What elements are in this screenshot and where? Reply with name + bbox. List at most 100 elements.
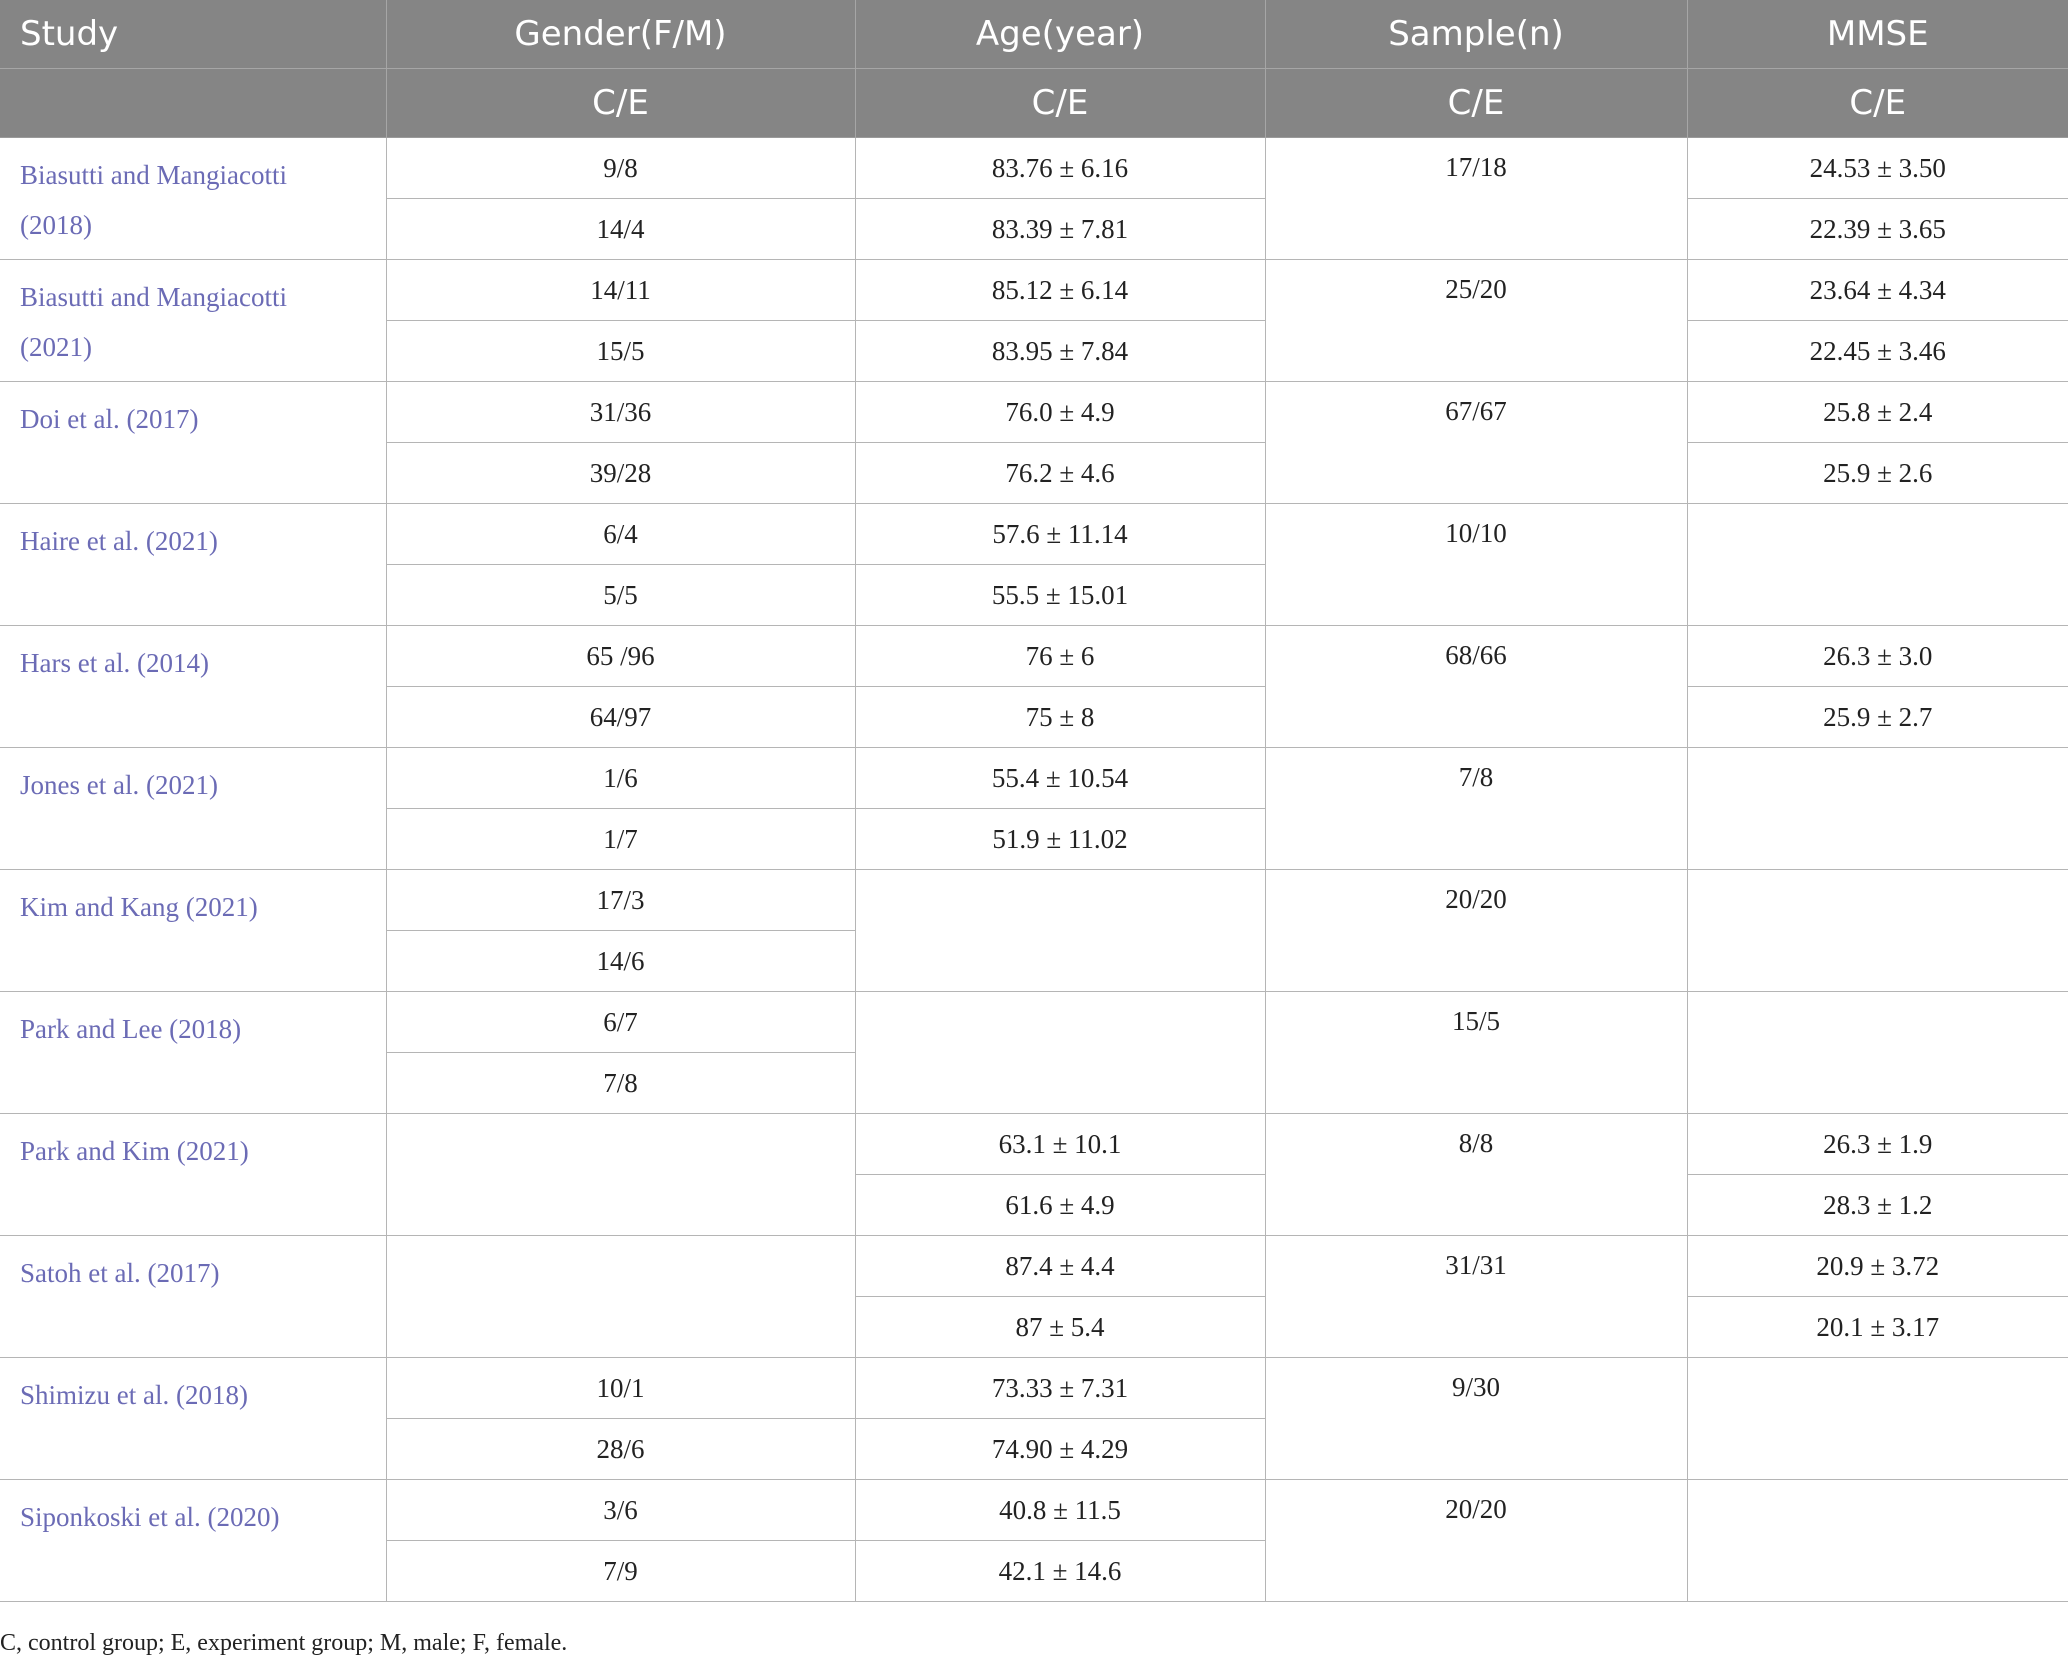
- mmse-cell: 20.1 ± 3.17: [1686, 1296, 2068, 1358]
- age-cell: 83.39 ± 7.81: [854, 198, 1266, 260]
- header-age: Age(year): [854, 0, 1266, 69]
- age-cell: 76.2 ± 4.6: [854, 442, 1266, 504]
- gender-cell: 6/4: [385, 503, 856, 565]
- study-cell: Doi et al. (2017): [0, 381, 387, 504]
- gender-cell: 65 /96: [385, 625, 856, 687]
- mmse-cell: 26.3 ± 1.9: [1686, 1113, 2068, 1175]
- mmse-cell: 25.9 ± 2.7: [1686, 686, 2068, 748]
- age-cell: 73.33 ± 7.31: [854, 1357, 1266, 1419]
- header-row: Study Gender(F/M) Age(year) Sample(n) MM…: [0, 0, 2068, 69]
- gender-cell: 6/7: [385, 991, 856, 1053]
- sample-cell: 9/30: [1264, 1357, 1688, 1480]
- gender-cell: 31/36: [385, 381, 856, 443]
- age-cell: 76.0 ± 4.9: [854, 381, 1266, 443]
- sample-cell: 67/67: [1264, 381, 1688, 504]
- study-cell: Biasutti and Mangiacotti (2021): [0, 259, 387, 382]
- table-row: Shimizu et al. (2018) 10/1 73.33 ± 7.31 9/3…: [0, 1357, 2068, 1480]
- mmse-cell: 25.8 ± 2.4: [1686, 381, 2068, 443]
- study-cell: Hars et al. (2014): [0, 625, 387, 748]
- age-cell: [854, 869, 1266, 992]
- gender-cell: 14/6: [385, 930, 856, 992]
- table-row: Park and Lee (2018) 6/7 15/5: [0, 991, 2068, 1114]
- mmse-cell: 22.45 ± 3.46: [1686, 320, 2068, 382]
- table-body: Biasutti and Mangiacotti (2018) 9/8 83.76 …: [0, 137, 2068, 1602]
- sample-cell: 17/18: [1264, 137, 1688, 260]
- gender-cell: 15/5: [385, 320, 856, 382]
- gender-cell: 28/6: [385, 1418, 856, 1480]
- mmse-cell: [1686, 869, 2068, 992]
- study-cell: Jones et al. (2021): [0, 747, 387, 870]
- age-cell: 87 ± 5.4: [854, 1296, 1266, 1358]
- table-row: Kim and Kang (2021) 17/3 20/20: [0, 869, 2068, 992]
- table-row: Doi et al. (2017) 31/36 76.0 ± 4.9 67/67 25.…: [0, 381, 2068, 504]
- gender-cell: [385, 1113, 856, 1236]
- age-cell: 75 ± 8: [854, 686, 1266, 748]
- sample-cell: 20/20: [1264, 1479, 1688, 1602]
- characteristics-table: Study Gender(F/M) Age(year) Sample(n) MM…: [0, 0, 2068, 1602]
- mmse-cell: 20.9 ± 3.72: [1686, 1235, 2068, 1297]
- age-cell: 61.6 ± 4.9: [854, 1174, 1266, 1236]
- gender-cell: 14/4: [385, 198, 856, 260]
- subheader-study-blank: [0, 68, 387, 138]
- gender-cell: 39/28: [385, 442, 856, 504]
- gender-cell: 64/97: [385, 686, 856, 748]
- study-cell: Biasutti and Mangiacotti (2018): [0, 137, 387, 260]
- age-cell: 51.9 ± 11.02: [854, 808, 1266, 870]
- gender-cell: 5/5: [385, 564, 856, 626]
- study-cell: Park and Kim (2021): [0, 1113, 387, 1236]
- subheader-row: C/E C/E C/E C/E: [0, 68, 2068, 138]
- gender-cell: 10/1: [385, 1357, 856, 1419]
- gender-cell: 1/7: [385, 808, 856, 870]
- header-gender: Gender(F/M): [385, 0, 856, 69]
- header-study: Study: [0, 0, 387, 69]
- header-mmse: MMSE: [1686, 0, 2068, 69]
- gender-cell: 7/8: [385, 1052, 856, 1114]
- table-row: Haire et al. (2021) 6/4 57.6 ± 11.14 10/10: [0, 503, 2068, 626]
- mmse-cell: 28.3 ± 1.2: [1686, 1174, 2068, 1236]
- table-row: Jones et al. (2021) 1/6 55.4 ± 10.54 7/8: [0, 747, 2068, 870]
- table-row: Hars et al. (2014) 65 /96 76 ± 6 68/66 26.3 …: [0, 625, 2068, 748]
- gender-cell: 1/6: [385, 747, 856, 809]
- mmse-cell: 22.39 ± 3.65: [1686, 198, 2068, 260]
- sample-cell: 20/20: [1264, 869, 1688, 992]
- gender-cell: 17/3: [385, 869, 856, 931]
- table-footnote: C, control group; E, experiment group; M…: [0, 1630, 568, 1656]
- gender-cell: [385, 1235, 856, 1358]
- study-cell: Kim and Kang (2021): [0, 869, 387, 992]
- study-cell: Haire et al. (2021): [0, 503, 387, 626]
- sample-cell: 7/8: [1264, 747, 1688, 870]
- age-cell: 87.4 ± 4.4: [854, 1235, 1266, 1297]
- sample-cell: 68/66: [1264, 625, 1688, 748]
- age-cell: [854, 991, 1266, 1114]
- subheader-sample: C/E: [1264, 68, 1688, 138]
- sample-cell: 8/8: [1264, 1113, 1688, 1236]
- age-cell: 57.6 ± 11.14: [854, 503, 1266, 565]
- age-cell: 42.1 ± 14.6: [854, 1540, 1266, 1602]
- gender-cell: 14/11: [385, 259, 856, 321]
- table-row: Park and Kim (2021) 63.1 ± 10.1 8/8 26.3 ± …: [0, 1113, 2068, 1236]
- age-cell: 85.12 ± 6.14: [854, 259, 1266, 321]
- gender-cell: 7/9: [385, 1540, 856, 1602]
- mmse-cell: [1686, 1479, 2068, 1602]
- sample-cell: 15/5: [1264, 991, 1688, 1114]
- table-row: Biasutti and Mangiacotti (2018) 9/8 83.76 …: [0, 137, 2068, 260]
- mmse-cell: [1686, 991, 2068, 1114]
- table-row: Siponkoski et al. (2020) 3/6 40.8 ± 11.5 20…: [0, 1479, 2068, 1602]
- age-cell: 40.8 ± 11.5: [854, 1479, 1266, 1541]
- mmse-cell: 23.64 ± 4.34: [1686, 259, 2068, 321]
- study-cell: Park and Lee (2018): [0, 991, 387, 1114]
- sample-cell: 25/20: [1264, 259, 1688, 382]
- study-cell: Shimizu et al. (2018): [0, 1357, 387, 1480]
- mmse-cell: 25.9 ± 2.6: [1686, 442, 2068, 504]
- mmse-cell: [1686, 1357, 2068, 1480]
- mmse-cell: 24.53 ± 3.50: [1686, 137, 2068, 199]
- mmse-cell: [1686, 747, 2068, 870]
- age-cell: 55.5 ± 15.01: [854, 564, 1266, 626]
- mmse-cell: [1686, 503, 2068, 626]
- table-row: Biasutti and Mangiacotti (2021) 14/11 85.1…: [0, 259, 2068, 382]
- age-cell: 74.90 ± 4.29: [854, 1418, 1266, 1480]
- age-cell: 63.1 ± 10.1: [854, 1113, 1266, 1175]
- subheader-gender: C/E: [385, 68, 856, 138]
- age-cell: 55.4 ± 10.54: [854, 747, 1266, 809]
- study-cell: Siponkoski et al. (2020): [0, 1479, 387, 1602]
